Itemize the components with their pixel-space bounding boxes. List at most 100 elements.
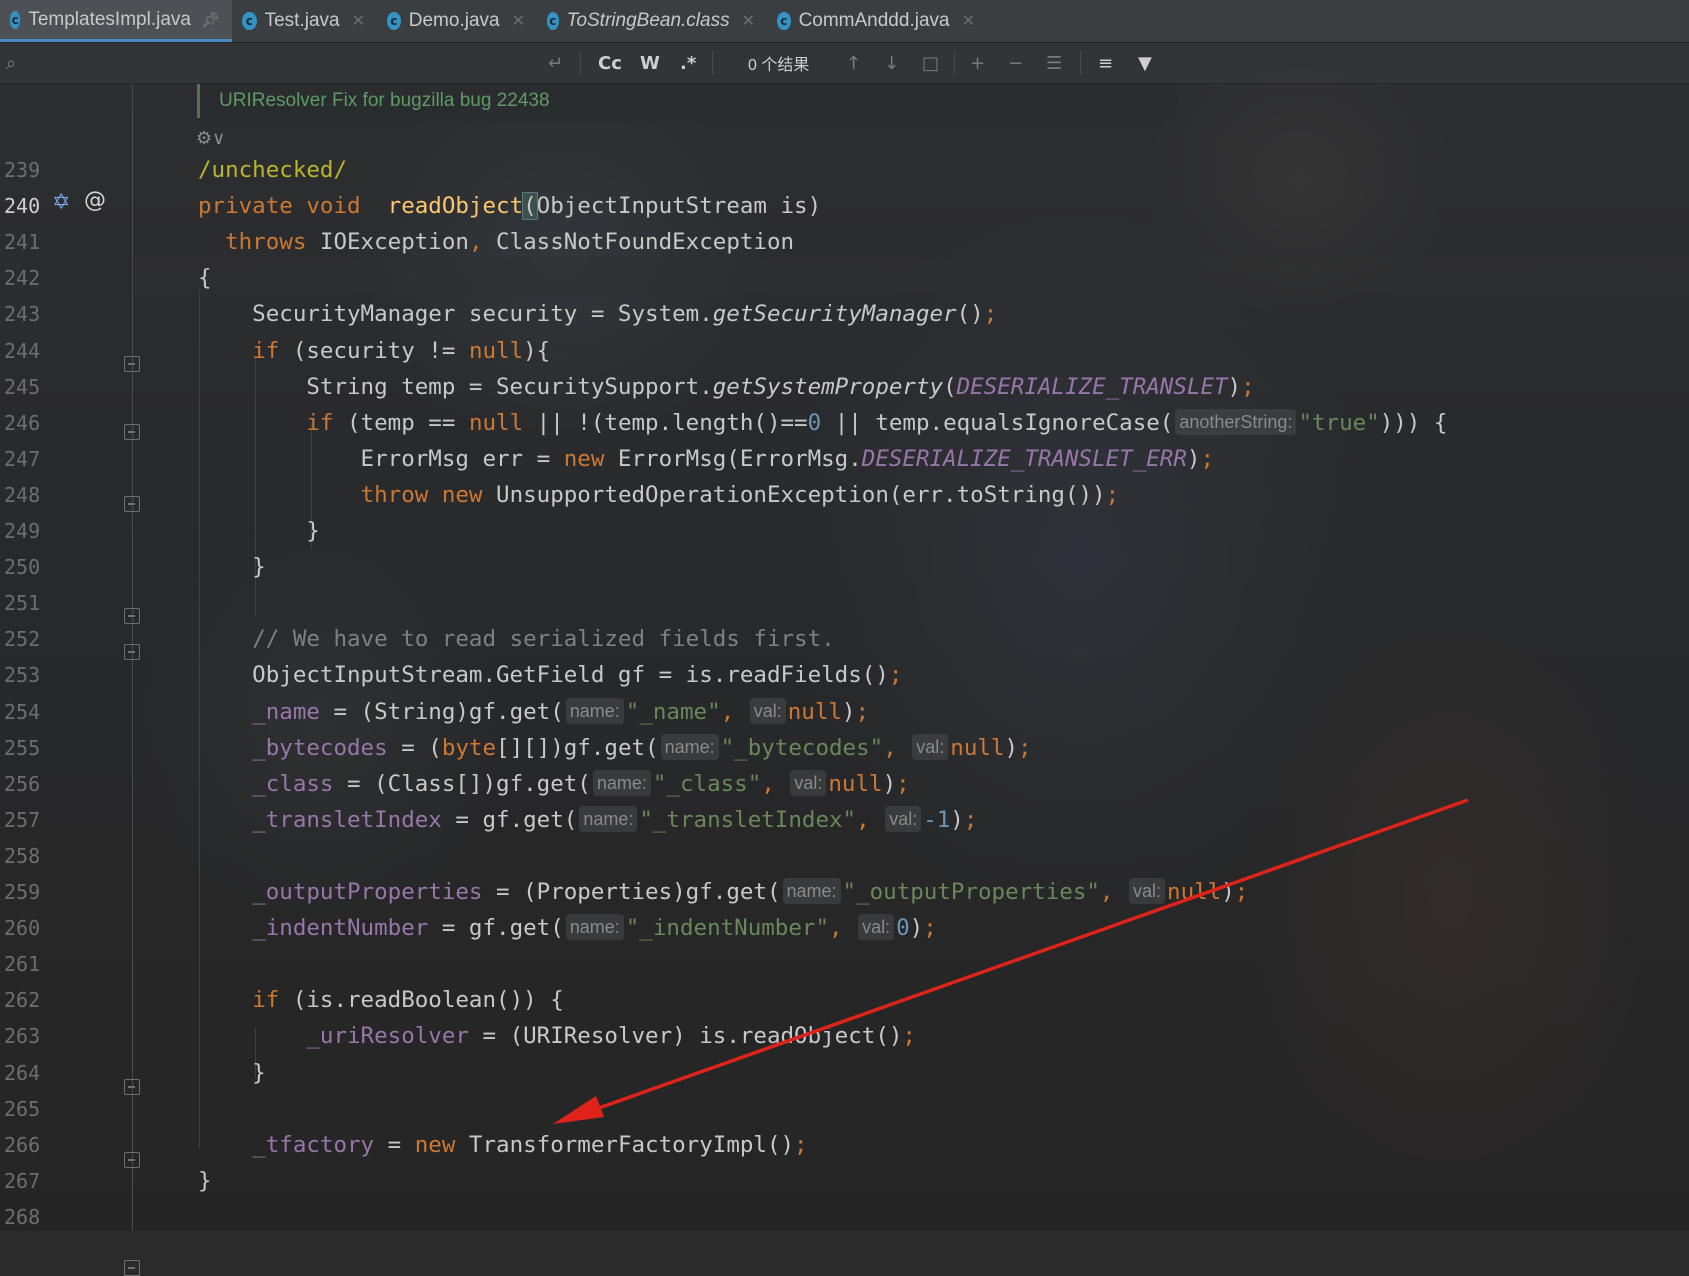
code-line[interactable]: _indentNumber = gf.get(name: "_indentNumb…: [198, 910, 937, 946]
filter-options-icon[interactable]: ≡: [1098, 43, 1113, 83]
add-selection-icon[interactable]: +: [970, 43, 985, 83]
code-line[interactable]: if (is.readBoolean()) {: [198, 982, 564, 1018]
line-number[interactable]: 244: [0, 333, 48, 369]
next-occurrence-icon[interactable]: ↓: [884, 43, 899, 83]
fold-marker[interactable]: [124, 1079, 140, 1095]
line-number[interactable]: 266: [0, 1127, 48, 1163]
pin-icon[interactable]: 📌︎: [201, 11, 220, 29]
annotation-at-icon[interactable]: @: [84, 188, 106, 213]
code-line[interactable]: }: [198, 1055, 266, 1091]
code-line[interactable]: throw new UnsupportedOperationException(…: [198, 477, 1120, 513]
code-editor[interactable]: URIResolver Fix for bugzilla bug 22438 ⚙…: [0, 84, 1689, 1276]
line-number[interactable]: 245: [0, 369, 48, 405]
line-number[interactable]: 255: [0, 730, 48, 766]
line-number[interactable]: 257: [0, 802, 48, 838]
close-icon[interactable]: ✕: [962, 11, 975, 31]
code-line[interactable]: ObjectInputStream.GetField gf = is.readF…: [198, 657, 902, 693]
code-line[interactable]: _uriResolver = (URIResolver) is.readObje…: [198, 1018, 916, 1054]
code-line[interactable]: throws IOException, ClassNotFoundExcepti…: [198, 224, 794, 260]
code-line[interactable]: _tfactory = new TransformerFactoryImpl()…: [198, 1127, 807, 1163]
line-number[interactable]: 256: [0, 766, 48, 802]
line-number[interactable]: 260: [0, 910, 48, 946]
code-line[interactable]: private void readObject(ObjectInputStrea…: [198, 188, 821, 224]
line-number[interactable]: 263: [0, 1018, 48, 1054]
line-number[interactable]: 251: [0, 585, 48, 621]
code-line[interactable]: _name = (String)gf.get(name: "_name", val…: [198, 694, 869, 730]
editor-tab-bar: c TemplatesImpl.java 📌︎ c Test.java ✕ c …: [0, 0, 1689, 43]
line-number[interactable]: 249: [0, 513, 48, 549]
code-line[interactable]: /unchecked/: [198, 152, 347, 188]
code-line[interactable]: ErrorMsg err = new ErrorMsg(ErrorMsg.DES…: [198, 441, 1214, 477]
line-number[interactable]: 243: [0, 296, 48, 332]
result-count: 0 个结果: [748, 57, 810, 74]
line-number[interactable]: 252: [0, 621, 48, 657]
line-number[interactable]: 254: [0, 694, 48, 730]
select-all-icon[interactable]: ☰: [1046, 43, 1062, 83]
line-number[interactable]: 241: [0, 224, 48, 260]
code-line[interactable]: {: [198, 260, 212, 296]
class-file-icon: c: [10, 10, 21, 29]
line-number[interactable]: 246: [0, 405, 48, 441]
divider: [580, 51, 581, 75]
fold-marker[interactable]: [124, 1152, 140, 1168]
toggle-rendered-view-icon[interactable]: ⚙∨: [196, 128, 225, 149]
line-number[interactable]: 264: [0, 1055, 48, 1091]
line-number[interactable]: 258: [0, 838, 48, 874]
code-line[interactable]: }: [198, 1163, 212, 1199]
class-file-icon: c: [777, 12, 791, 30]
tab-tostringbean[interactable]: c ToStringBean.class ✕: [537, 0, 767, 42]
line-number[interactable]: 242: [0, 260, 48, 296]
code-line[interactable]: _bytecodes = (byte[][])gf.get(name: "_byt…: [198, 730, 1032, 766]
words-button[interactable]: W: [640, 43, 660, 83]
current-line-highlight: [132, 258, 1689, 294]
line-number[interactable]: 261: [0, 946, 48, 982]
line-number[interactable]: 247: [0, 441, 48, 477]
divider: [712, 51, 713, 75]
match-case-button[interactable]: Cc: [598, 43, 622, 83]
class-file-icon: c: [547, 12, 559, 30]
fold-marker[interactable]: [124, 1260, 140, 1276]
tab-demo[interactable]: c Demo.java ✕: [377, 0, 537, 42]
line-number[interactable]: 240: [0, 188, 48, 224]
divider: [1080, 51, 1081, 75]
line-number[interactable]: 268: [0, 1199, 48, 1235]
tab-label: TemplatesImpl.java: [28, 8, 191, 30]
tab-templatesimpl[interactable]: c TemplatesImpl.java 📌︎: [0, 0, 232, 42]
code-line[interactable]: if (temp == null || !(temp.length()==0 |…: [198, 405, 1447, 441]
close-icon[interactable]: ✕: [512, 11, 525, 31]
regex-button[interactable]: .*: [680, 43, 696, 83]
line-number[interactable]: 250: [0, 549, 48, 585]
line-number[interactable]: 267: [0, 1163, 48, 1199]
select-all-occurrences-icon[interactable]: □: [922, 43, 939, 83]
line-number[interactable]: 259: [0, 874, 48, 910]
new-line-icon[interactable]: ↵: [548, 43, 563, 83]
code-line[interactable]: _class = (Class[])gf.get(name: "_class", …: [198, 766, 910, 802]
previous-occurrence-icon[interactable]: ↑: [846, 43, 861, 83]
line-number[interactable]: 239: [0, 152, 48, 188]
code-line[interactable]: }: [198, 549, 266, 585]
line-number[interactable]: 262: [0, 982, 48, 1018]
fold-marker[interactable]: [124, 644, 140, 660]
line-number[interactable]: 265: [0, 1091, 48, 1127]
fold-marker[interactable]: [124, 356, 140, 372]
remove-selection-icon[interactable]: −: [1008, 43, 1023, 83]
close-icon[interactable]: ✕: [352, 11, 365, 31]
close-icon[interactable]: ✕: [742, 11, 755, 31]
code-line[interactable]: _transletIndex = gf.get(name: "_transletI…: [198, 802, 977, 838]
code-line[interactable]: // We have to read serialized fields fir…: [198, 621, 834, 657]
filter-icon[interactable]: ▼: [1138, 43, 1152, 83]
tab-test[interactable]: c Test.java ✕: [232, 0, 377, 42]
override-icon[interactable]: ✡: [52, 190, 70, 215]
code-line[interactable]: if (security != null){: [198, 333, 550, 369]
fold-marker[interactable]: [124, 496, 140, 512]
line-number[interactable]: 248: [0, 477, 48, 513]
search-icon[interactable]: ⌕: [6, 43, 16, 83]
tab-commanddd[interactable]: c CommAnddd.java ✕: [767, 0, 987, 42]
code-line[interactable]: String temp = SecuritySupport.getSystemP…: [198, 369, 1254, 405]
line-number[interactable]: 253: [0, 657, 48, 693]
fold-marker[interactable]: [124, 608, 140, 624]
code-line[interactable]: SecurityManager security = System.getSec…: [198, 296, 997, 332]
code-line[interactable]: }: [198, 513, 320, 549]
fold-marker[interactable]: [124, 424, 140, 440]
code-line[interactable]: _outputProperties = (Properties)gf.get(n…: [198, 874, 1248, 910]
